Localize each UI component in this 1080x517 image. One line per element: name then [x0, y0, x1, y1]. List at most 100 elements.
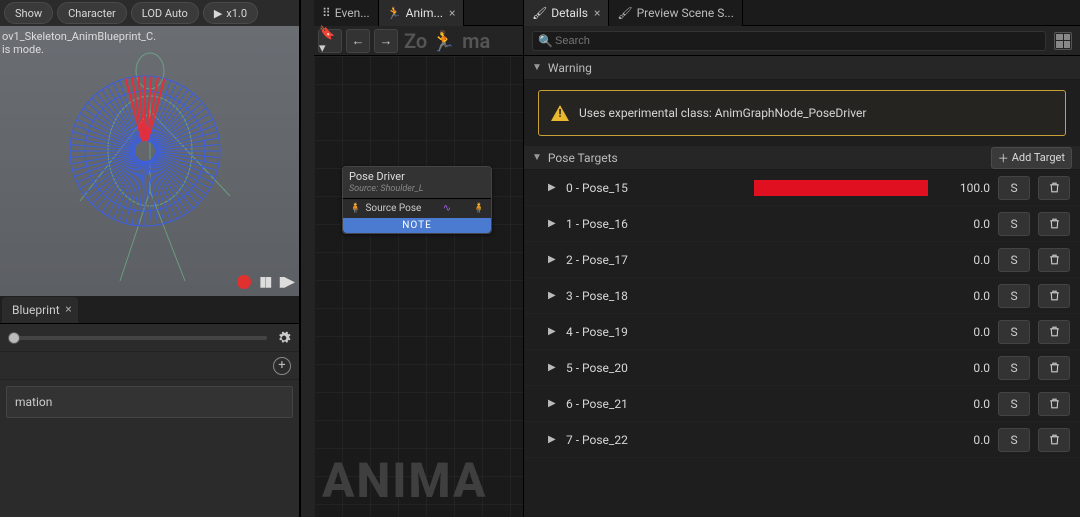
add-target-button[interactable]: ＋ Add Target	[991, 147, 1072, 169]
character-button[interactable]: Character	[57, 2, 127, 24]
delete-button[interactable]	[1038, 356, 1070, 380]
solo-button[interactable]: S	[998, 428, 1030, 452]
gear-icon[interactable]	[277, 331, 291, 345]
search-input[interactable]	[532, 31, 1046, 51]
tab-events-label: Even...	[335, 6, 370, 20]
graph-canvas[interactable]: Pose Driver Source: Shoulder_L 🧍 Source …	[314, 56, 523, 517]
tab-details[interactable]: 🖌 Details ×	[524, 0, 609, 26]
solo-button[interactable]: S	[998, 392, 1030, 416]
viewport-3d[interactable]: ov1_Skeleton_AnimBlueprint_C. is mode. ▮…	[0, 26, 299, 296]
pose-target-value: 0.0	[936, 325, 990, 339]
pose-target-name: 4 - Pose_19	[566, 325, 746, 339]
pose-target-row[interactable]: ▶ 4 - Pose_19 0.0 S	[524, 314, 1080, 350]
solo-button[interactable]: S	[998, 212, 1030, 236]
pose-target-value: 0.0	[936, 397, 990, 411]
warning-section-header[interactable]: ▼ Warning	[524, 56, 1080, 80]
pause-button[interactable]: ▮▮	[259, 274, 270, 290]
expand-icon[interactable]: ▶	[548, 254, 558, 265]
pose-driver-node[interactable]: Pose Driver Source: Shoulder_L 🧍 Source …	[342, 166, 492, 234]
expand-icon[interactable]: ▶	[548, 218, 558, 229]
expand-icon[interactable]: ▶	[548, 362, 558, 373]
delete-button[interactable]	[1038, 428, 1070, 452]
pose-target-row[interactable]: ▶7 - Pose_220.0S	[524, 422, 1080, 458]
forward-button[interactable]: →	[374, 29, 398, 53]
back-button[interactable]: ←	[346, 29, 370, 53]
pose-targets-label: Pose Targets	[548, 151, 618, 165]
person-icon: 🧍	[349, 203, 361, 214]
add-button[interactable]: +	[273, 357, 291, 375]
output-pin[interactable]: 🧍	[473, 203, 485, 214]
delete-button[interactable]	[1038, 176, 1070, 200]
graph-toolbar: 🔖▾ ← → Zo 🏃 ma	[314, 26, 523, 56]
slider-thumb[interactable]	[8, 332, 20, 344]
step-button[interactable]: ▮▶	[279, 274, 293, 290]
pose-target-row[interactable]: ▶1 - Pose_160.0S	[524, 206, 1080, 242]
asset-browser-body: + mation	[0, 324, 299, 517]
play-icon: ▶	[214, 7, 222, 20]
node-body: 🧍 Source Pose ∿ 🧍	[343, 199, 491, 218]
view-options-button[interactable]	[1054, 32, 1072, 50]
list-item[interactable]: mation	[6, 386, 293, 418]
record-button[interactable]	[237, 275, 251, 289]
input-pin[interactable]: 🧍 Source Pose	[349, 203, 421, 214]
pose-target-name: 1 - Pose_16	[566, 217, 746, 231]
pose-target-name: 2 - Pose_17	[566, 253, 746, 267]
expand-icon[interactable]: ▶	[548, 326, 558, 337]
close-icon[interactable]: ×	[449, 6, 455, 20]
run-icon: 🏃	[431, 29, 456, 53]
pose-target-value: 0.0	[936, 361, 990, 375]
show-button[interactable]: Show	[4, 2, 53, 24]
pose-target-row[interactable]: ▶5 - Pose_200.0S	[524, 350, 1080, 386]
pose-target-bar	[754, 216, 928, 232]
pose-target-row[interactable]: ▶2 - Pose_170.0S	[524, 242, 1080, 278]
pose-targets-section-header[interactable]: ▼ Pose Targets ＋ Add Target	[524, 146, 1080, 170]
graph-icon: ⠿	[322, 6, 331, 20]
details-tabs: 🖌 Details × 🖌 Preview Scene S...	[524, 0, 1080, 26]
delete-button[interactable]	[1038, 248, 1070, 272]
pose-target-bar	[754, 288, 928, 304]
node-note[interactable]: NOTE	[343, 218, 491, 233]
paint-icon: 🖌	[617, 6, 632, 20]
delete-button[interactable]	[1038, 392, 1070, 416]
viewport-transport: ▮▮ ▮▶	[237, 274, 293, 290]
caret-down-icon: ▼	[532, 152, 542, 163]
blueprint-tab-label: Blueprint	[12, 303, 60, 317]
close-icon[interactable]: ×	[594, 6, 600, 20]
delete-button[interactable]	[1038, 320, 1070, 344]
pose-target-bar	[754, 396, 928, 412]
pose-target-value: 0.0	[936, 289, 990, 303]
close-icon[interactable]: ×	[65, 302, 71, 316]
play-rate-button[interactable]: ▶ x1.0	[203, 2, 258, 24]
add-row: +	[0, 352, 299, 380]
expand-icon[interactable]: ▶	[548, 434, 558, 445]
solo-button[interactable]: S	[998, 320, 1030, 344]
pose-target-row[interactable]: ▶6 - Pose_210.0S	[524, 386, 1080, 422]
solo-button[interactable]: S	[998, 176, 1030, 200]
details-search-bar: 🔍	[524, 26, 1080, 56]
pose-target-value: 0.0	[936, 433, 990, 447]
tab-events[interactable]: ⠿ Even...	[314, 0, 379, 26]
tab-anim[interactable]: 🏃 Anim... ×	[379, 0, 465, 26]
asset-browser-tabs: Blueprint ×	[0, 296, 299, 324]
zoom-slider[interactable]	[8, 336, 267, 340]
solo-button[interactable]: S	[998, 284, 1030, 308]
pose-target-row[interactable]: ▶0 - Pose_15100.0S	[524, 170, 1080, 206]
expand-icon[interactable]: ▶	[548, 398, 558, 409]
lod-button[interactable]: LOD Auto	[131, 2, 199, 24]
tab-preview-scene[interactable]: 🖌 Preview Scene S...	[609, 0, 743, 26]
pose-target-row[interactable]: ▶ 3 - Pose_18 0.0 S	[524, 278, 1080, 314]
warning-box: Uses experimental class: AnimGraphNode_P…	[538, 90, 1066, 136]
bookmark-button[interactable]: 🔖▾	[318, 29, 342, 53]
expand-icon[interactable]: ▶	[548, 290, 558, 301]
expand-icon[interactable]: ▶	[548, 182, 558, 193]
node-title: Pose Driver	[349, 170, 485, 184]
delete-button[interactable]	[1038, 212, 1070, 236]
graph-watermark: ANIMA	[322, 452, 487, 509]
delete-button[interactable]	[1038, 284, 1070, 308]
solo-button[interactable]: S	[998, 248, 1030, 272]
caret-down-icon: ▼	[532, 62, 542, 73]
viewport-toolbar: Show Character LOD Auto ▶ x1.0	[0, 0, 299, 26]
pose-target-name: 3 - Pose_18	[566, 289, 746, 303]
blueprint-tab[interactable]: Blueprint ×	[2, 297, 78, 323]
solo-button[interactable]: S	[998, 356, 1030, 380]
